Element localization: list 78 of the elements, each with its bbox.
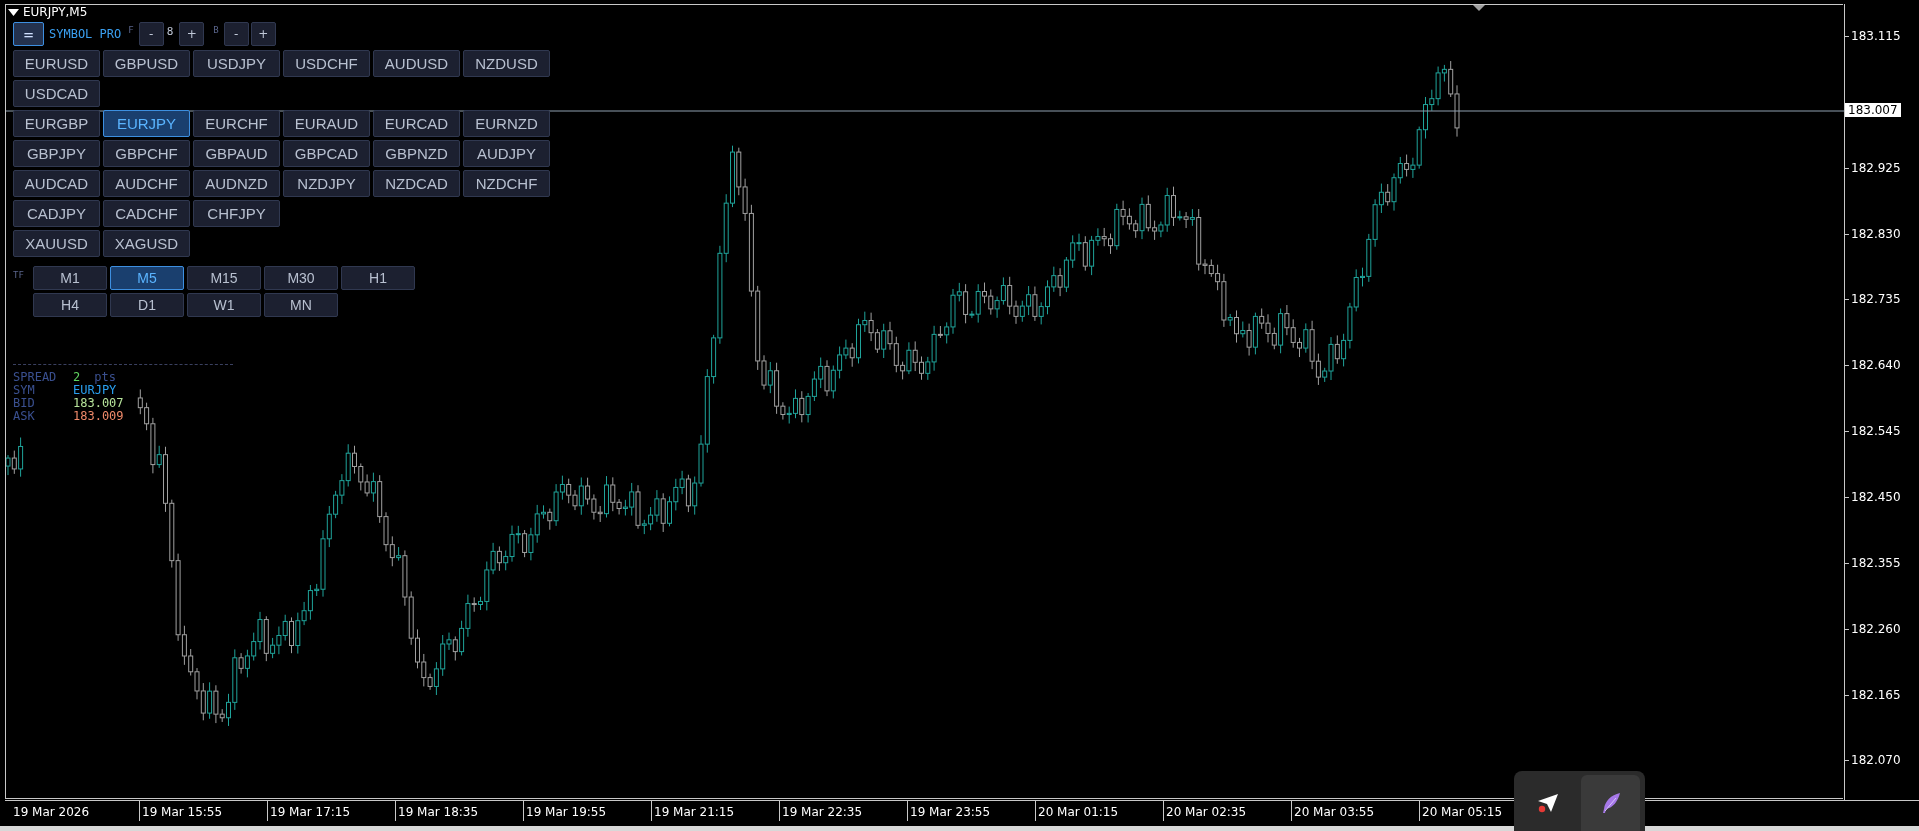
chart-title: EURJPY,M5	[23, 5, 88, 19]
symbol-button[interactable]: NZDUSD	[463, 50, 550, 77]
timeframe-button[interactable]: M5	[110, 266, 184, 290]
symbol-button[interactable]: GBPCAD	[283, 140, 370, 167]
time-label: 19 Mar 15:55	[139, 801, 267, 821]
background-increase-button[interactable]: +	[250, 22, 276, 46]
time-label: 19 Mar 23:55	[907, 801, 1035, 821]
timeframe-button[interactable]: M1	[33, 266, 107, 290]
price-label: 182.355	[1851, 555, 1901, 570]
symbol-button[interactable]: NZDJPY	[283, 170, 370, 197]
bid-value: 183.007	[73, 397, 124, 410]
symbol-button[interactable]: GBPAUD	[193, 140, 280, 167]
timeframe-label: TF	[13, 269, 25, 282]
time-label: 19 Mar 19:55	[523, 801, 651, 821]
price-label: 182.830	[1851, 226, 1901, 241]
price-label: 182.735	[1851, 292, 1901, 307]
menu-button[interactable]: =	[13, 22, 44, 46]
current-price-label: 183.007	[1845, 103, 1901, 117]
price-label: 183.115	[1851, 29, 1901, 43]
font-decrease-button[interactable]: -	[138, 22, 164, 46]
time-label: 20 Mar 03:55	[1291, 801, 1419, 821]
timeframe-button[interactable]: H1	[341, 266, 415, 290]
time-label: 19 Mar 2026	[12, 804, 91, 821]
timeframe-button[interactable]: MN	[264, 293, 338, 317]
symbol-button[interactable]: EURGBP	[13, 110, 100, 137]
timeframe-button[interactable]: M15	[187, 266, 261, 290]
symbol-button[interactable]: USDCHF	[283, 50, 370, 77]
timeframe-button[interactable]: D1	[110, 293, 184, 317]
timeframe-button[interactable]: H4	[33, 293, 107, 317]
brand-label: SYMBOL PRO	[49, 27, 122, 41]
symbol-button[interactable]: CADJPY	[13, 200, 100, 227]
symbol-button[interactable]: XAGUSD	[103, 230, 190, 257]
time-label: 19 Mar 21:15	[651, 801, 779, 821]
symbol-button[interactable]: AUDNZD	[193, 170, 280, 197]
symbol-button[interactable]: AUDJPY	[463, 140, 550, 167]
symbol-button[interactable]: GBPCHF	[103, 140, 190, 167]
spread-value: 2	[73, 371, 81, 384]
symbol-button[interactable]: AUDCHF	[103, 170, 190, 197]
symbol-button[interactable]: EURAUD	[283, 110, 370, 137]
symbol-button[interactable]: EURUSD	[13, 50, 100, 77]
symbol-button[interactable]: AUDCAD	[13, 170, 100, 197]
timeframe-button[interactable]: W1	[187, 293, 261, 317]
symbol-button[interactable]: CADCHF	[103, 200, 190, 227]
price-label: 182.070	[1851, 753, 1901, 768]
background-decrease-button[interactable]: -	[223, 22, 249, 46]
price-label: 182.260	[1851, 621, 1901, 636]
symbol-button[interactable]: EURNZD	[463, 110, 550, 137]
symbol-button[interactable]: EURCHF	[193, 110, 280, 137]
time-label: 19 Mar 18:35	[395, 801, 523, 821]
time-label: 20 Mar 01:15	[1035, 801, 1163, 821]
time-label: 20 Mar 02:35	[1163, 801, 1291, 821]
price-label: 182.925	[1851, 160, 1901, 175]
price-label: 182.640	[1851, 358, 1901, 373]
price-label: 182.165	[1851, 687, 1901, 702]
font-increase-button[interactable]: +	[179, 22, 205, 46]
font-label: F	[128, 25, 134, 35]
symbol-button[interactable]: GBPUSD	[103, 50, 190, 77]
spread-unit: pts	[94, 371, 116, 384]
symbol-button[interactable]: USDJPY	[193, 50, 280, 77]
symbol-button[interactable]: GBPJPY	[13, 140, 100, 167]
background-label: B	[213, 25, 219, 35]
price-label: 182.545	[1851, 424, 1901, 439]
symbol-button[interactable]: NZDCHF	[463, 170, 550, 197]
font-size-value: 8	[166, 24, 174, 38]
price-label: 182.450	[1851, 489, 1901, 504]
symbol-button[interactable]: CHFJPY	[193, 200, 280, 227]
ask-value: 183.009	[73, 410, 124, 423]
symbol-button[interactable]: GBPNZD	[373, 140, 460, 167]
symbol-button[interactable]: AUDUSD	[373, 50, 460, 77]
time-label: 19 Mar 22:35	[779, 801, 907, 821]
symbol-value: EURJPY	[73, 384, 117, 397]
symbol-button[interactable]: NZDCAD	[373, 170, 460, 197]
time-label: 19 Mar 17:15	[267, 801, 395, 821]
symbol-button[interactable]: USDCAD	[13, 80, 100, 107]
symbol-button[interactable]: EURCAD	[373, 110, 460, 137]
symbol-button[interactable]: XAUUSD	[13, 230, 100, 257]
timeframe-button[interactable]: M30	[264, 266, 338, 290]
symbol-button[interactable]: EURJPY	[103, 110, 190, 137]
